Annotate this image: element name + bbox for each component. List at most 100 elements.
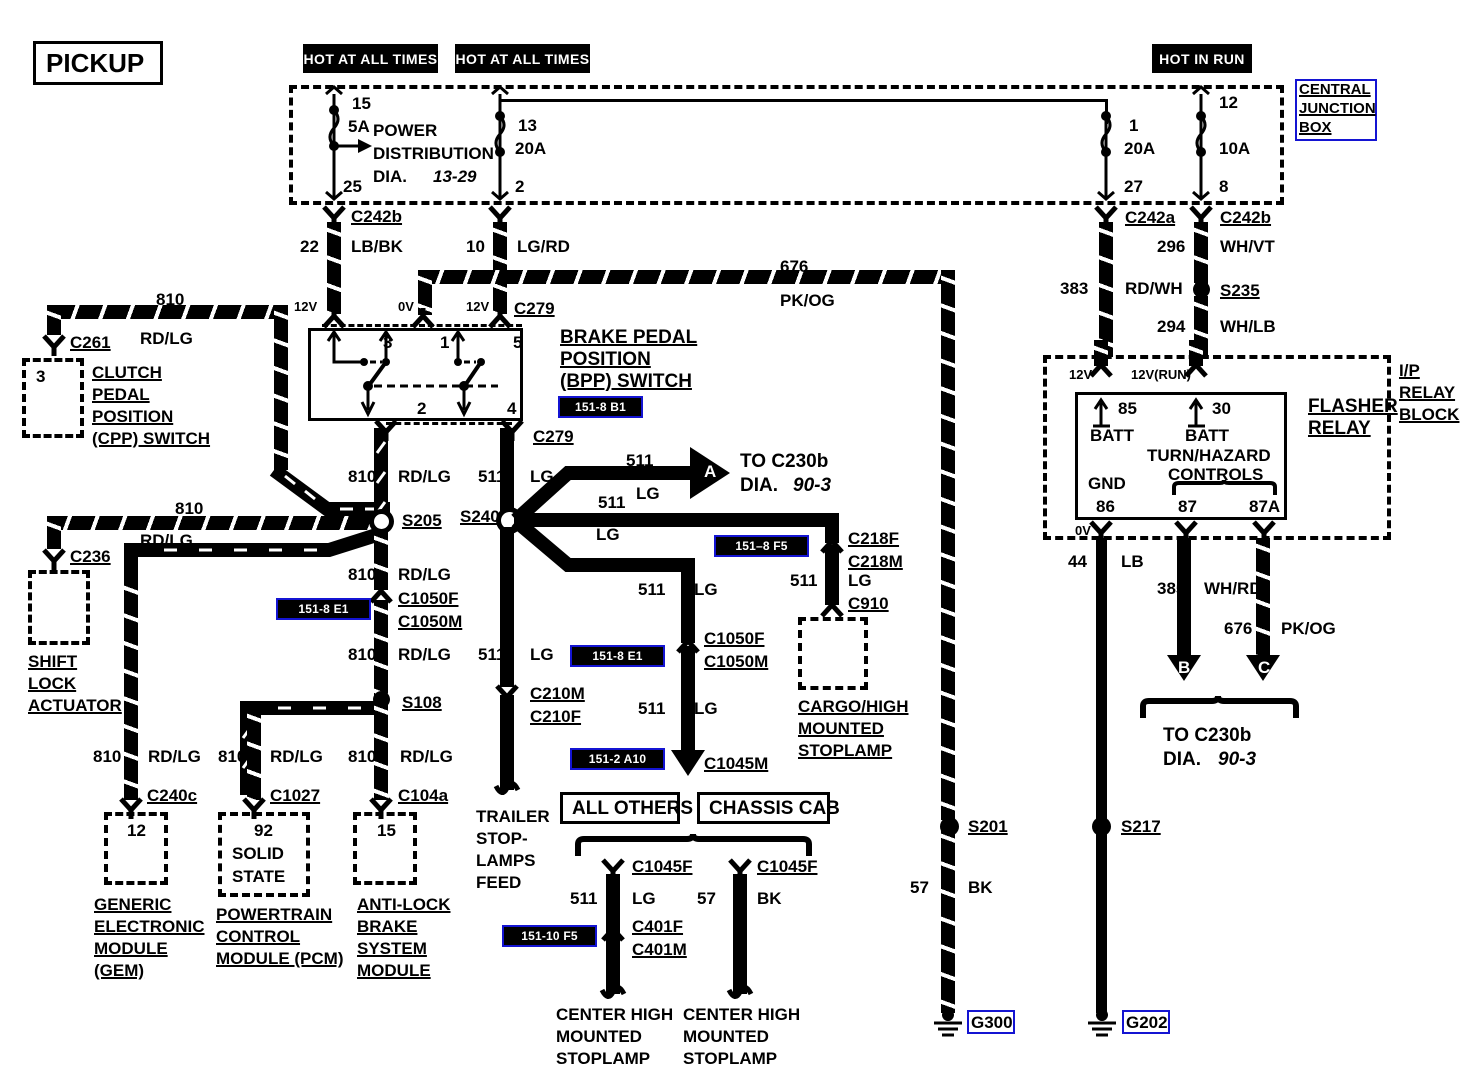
offpage-a-dest-ref: 90-3 — [793, 475, 832, 496]
connector-c1050f-upper-label: C1050F — [398, 589, 459, 608]
wire-10-lgrd-segment — [493, 222, 507, 314]
gem-line-1: GENERIC — [94, 895, 172, 914]
c279-lower-dash-line — [386, 422, 512, 425]
wire-676-g300-number: 57 — [910, 878, 929, 897]
connector-c1050m-lower-label: C1050M — [704, 652, 769, 671]
pcm-line-2: CONTROL — [216, 927, 301, 946]
connector-c236-label: C236 — [70, 547, 111, 566]
wire-810-cpp-color: RD/LG — [140, 329, 193, 348]
fuse-15-bottom-pin: 25 — [343, 177, 362, 196]
offpage-bc-dest-ref: 90-3 — [1218, 749, 1257, 770]
shift-lock-line-3: ACTUATOR — [28, 696, 122, 715]
pickup-title-label: PICKUP — [46, 48, 145, 78]
fuse-13-graphic — [491, 85, 509, 201]
wire-810-s205-mid-color: RD/LG — [398, 565, 451, 584]
wire-44-color: WH/RD — [1204, 579, 1262, 598]
offpage-bc-dest-line-1: TO C230b — [1163, 725, 1252, 746]
cargo-stoplamp-line-3: STOPLAMP — [798, 741, 893, 760]
callout-s205-151-8-e1: 151-8 E1 — [276, 598, 371, 620]
relay-pin-30-label: BATT — [1185, 426, 1230, 445]
offpage-bc-bracket — [1140, 695, 1299, 718]
wire-511-c1045m-number: 511 — [638, 699, 666, 718]
offpage-a-letter: A — [704, 462, 717, 481]
connector-c1050f-lower-label: C1050F — [704, 629, 765, 648]
wire-511-chmsl2-color: BK — [757, 889, 782, 908]
connector-c401m-label: C401M — [632, 940, 687, 959]
wire-385-number: 676 — [1224, 619, 1253, 638]
wire-676-pkog-to-g300 — [941, 828, 955, 1013]
cpp-label-line-1: CLUTCH — [92, 363, 162, 382]
wire-810-pcm-color: RD/LG — [270, 747, 323, 766]
wire-10-color: LG/RD — [517, 237, 570, 256]
connector-c279-lower-label: C279 — [533, 427, 574, 446]
wire-810-s205-to-c1050 — [374, 530, 388, 590]
cjb-label-line-2: JUNCTION — [1299, 100, 1376, 117]
ip-relay-block-line-1: I/P — [1399, 361, 1420, 380]
offpage-b-letter: B — [1178, 658, 1191, 677]
fuse-15-rating: 5A — [348, 117, 370, 136]
pcm-line-1: POWERTRAIN — [216, 905, 333, 924]
wire-810-cpp-right-drop — [274, 305, 288, 470]
cpp-label-line-4: (CPP) SWITCH — [92, 429, 211, 448]
callout-c1045m-151-2-a10: 151-2 A10 — [570, 748, 665, 770]
wire-810-c236-number: 810 — [175, 499, 204, 518]
pcm-inner-line-1: SOLID — [232, 844, 284, 863]
bpp-title-line-3: (BPP) SWITCH — [560, 371, 692, 392]
relay-gnd-label: GND — [1088, 474, 1126, 493]
fuse-12-rating: 10A — [1219, 139, 1251, 158]
abs-line-4: MODULE — [357, 961, 431, 980]
cjb-label-line-3: BOX — [1299, 119, 1332, 136]
connector-c910-label: C910 — [848, 594, 889, 613]
connector-c218m-label: C218M — [848, 552, 903, 571]
wire-22-color: LB/BK — [351, 237, 403, 256]
wire-296-color: WH/VT — [1220, 237, 1275, 256]
callout-c218-151-8-f5: 151–8 F5 — [714, 535, 809, 557]
clutch-pedal-position-switch-box — [22, 358, 84, 438]
hot-at-all-times-banner-1: HOT AT ALL TIMES — [303, 44, 438, 73]
chmsl2-line-1: CENTER HIGH — [683, 1005, 801, 1024]
splice-s108-label: S108 — [402, 693, 442, 712]
relay-pin-85-arrow-icon — [1093, 397, 1110, 428]
wire-10-number: 10 — [466, 237, 485, 256]
hot-in-run-banner: HOT IN RUN — [1152, 44, 1252, 73]
wire-511-s240-number: 511 — [478, 467, 506, 486]
cpp-label-line-2: PEDAL — [92, 385, 150, 404]
fuse-12-graphic — [1192, 85, 1210, 201]
wire-676-color-top: PK/OG — [780, 291, 835, 310]
wire-676-pkog-horizontal — [418, 270, 948, 284]
connector-c218f-label: C218F — [848, 529, 900, 548]
callout-bpp-151-8-b1: 151-8 B1 — [558, 396, 643, 418]
connector-c1045m-arrow — [671, 750, 705, 776]
cargo-stoplamp-line-2: MOUNTED — [798, 719, 884, 738]
relay-pin-87: 87 — [1178, 497, 1197, 516]
connector-c401f-label: C401F — [632, 917, 684, 936]
connector-c242b-right-label: C242b — [1220, 208, 1272, 227]
relay-voltage-out: 0V — [1075, 523, 1091, 538]
splice-s205-label: S205 — [402, 511, 442, 530]
wire-810-gem-color: RD/LG — [148, 747, 201, 766]
power-distribution-ref: 13-29 — [433, 167, 477, 186]
splice-s240-label: S240 — [460, 507, 500, 526]
ip-relay-block-line-3: BLOCK — [1399, 405, 1460, 424]
fuse-1-bottom-pin: 27 — [1124, 177, 1143, 196]
wire-57-relay-number: 44 — [1068, 552, 1087, 571]
wire-810-gem-column — [124, 580, 138, 800]
fuse-13-bottom-pin: 2 — [515, 177, 525, 196]
connector-c1045m-label: C1045M — [704, 754, 769, 773]
ground-g202-icon — [1088, 1009, 1116, 1037]
wire-511-chmsl2-number: 57 — [697, 889, 716, 908]
wire-383-number: 383 — [1060, 279, 1089, 298]
cpp-pin: 3 — [36, 367, 46, 386]
relay-pin-86: 86 — [1096, 497, 1115, 516]
wire-22-number: 22 — [300, 237, 319, 256]
connector-c261-label: C261 — [70, 333, 111, 352]
cpp-label-line-3: POSITION — [92, 407, 174, 426]
relay-pin-30-arrow-icon — [1188, 397, 1205, 428]
bpp-pin-2: 2 — [417, 399, 427, 418]
gem-line-2: ELECTRONIC — [94, 917, 205, 936]
wire-676-pkog-right-drop — [941, 270, 955, 820]
wire-810-cpp-left-drop — [47, 305, 61, 335]
chmsl2-line-3: STOPLAMP — [683, 1049, 778, 1068]
cargo-stoplamp-line-1: CARGO/HIGH — [798, 697, 909, 716]
shift-lock-line-2: LOCK — [28, 674, 77, 693]
